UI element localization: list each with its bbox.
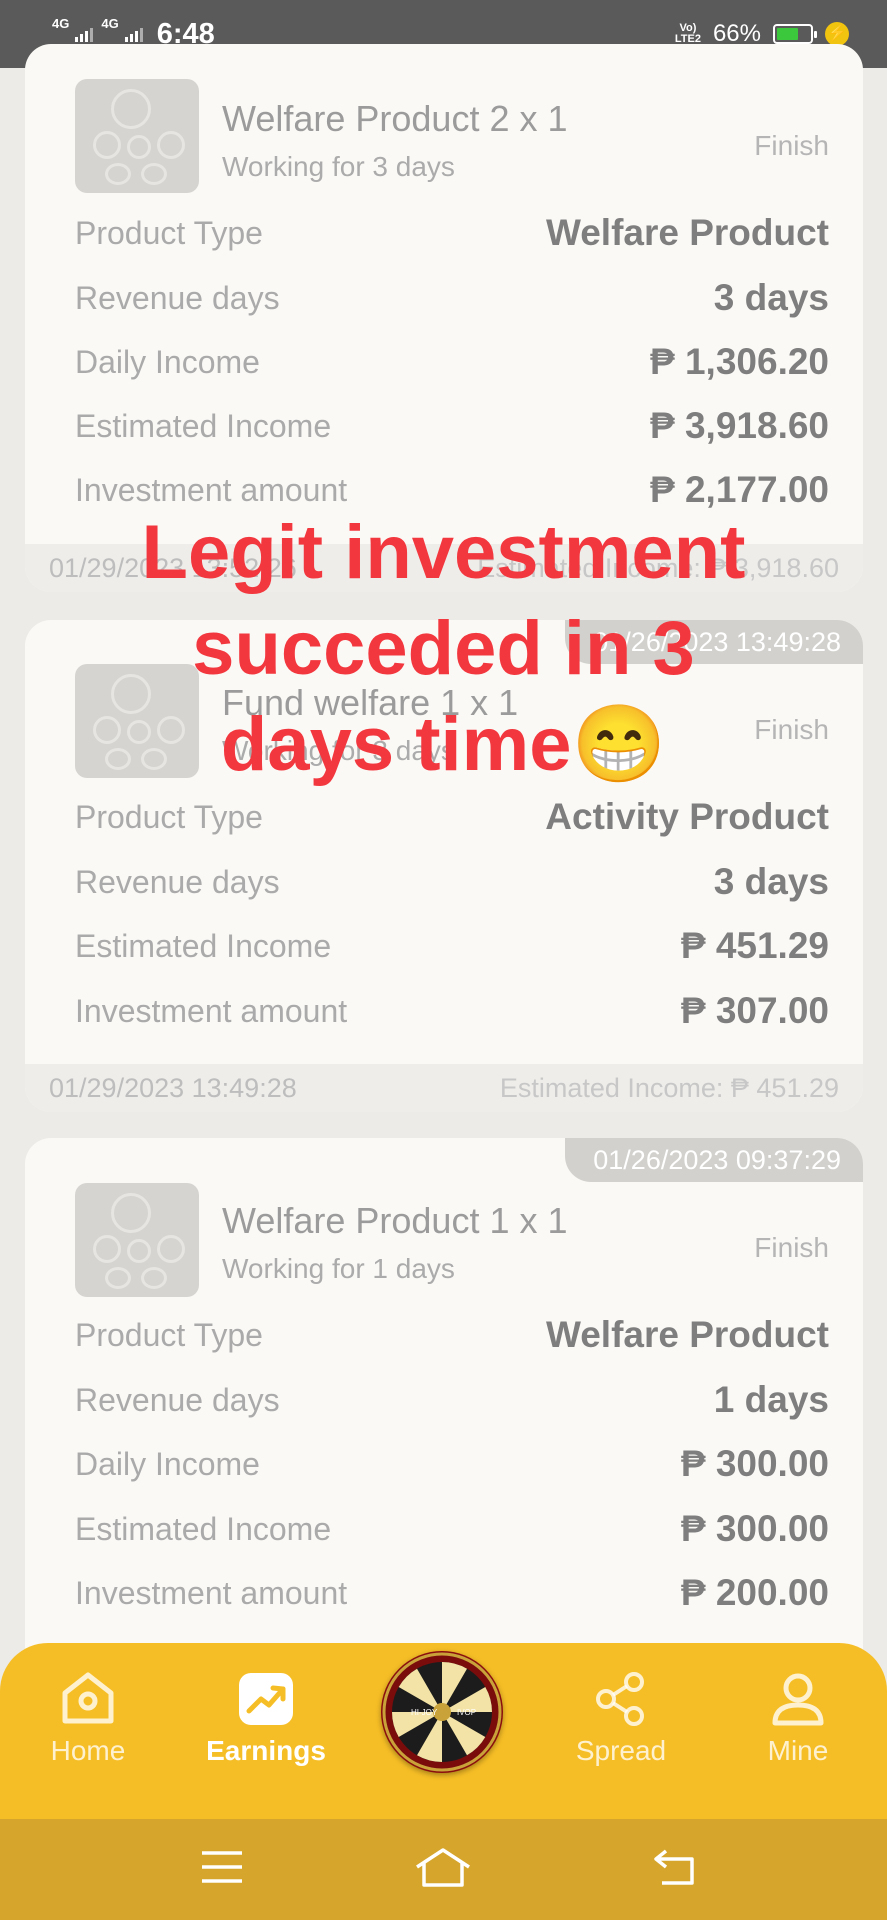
wheel-label: HI-JOY xyxy=(411,1708,438,1717)
sim2-network-type: 4G xyxy=(101,16,119,31)
investment-card[interactable]: 01/26/2023 09:37:29 Welfare Product 1 x … xyxy=(25,1138,863,1698)
row-value: ₱ 451.29 xyxy=(680,925,829,966)
battery-icon xyxy=(773,24,817,44)
trending-up-icon xyxy=(239,1673,293,1725)
row-value: ₱ 200.00 xyxy=(680,1572,829,1613)
user-icon xyxy=(772,1673,824,1726)
row-label: Investment amount xyxy=(75,993,348,1029)
detail-row: Investment amount ₱ 307.00 xyxy=(75,986,829,1036)
detail-row: Daily Income ₱ 300.00 xyxy=(75,1439,829,1489)
battery-fill xyxy=(777,28,799,40)
row-value: Welfare Product xyxy=(545,1314,829,1355)
product-working-days: Working for 3 days xyxy=(222,151,455,182)
detail-row: Product Type Welfare Product xyxy=(75,208,829,258)
detail-row: Revenue days 3 days xyxy=(75,273,829,323)
row-value: ₱ 1,306.20 xyxy=(650,341,829,382)
maturity-date: 01/29/2023 13:49:28 xyxy=(49,1073,297,1103)
detail-row: Revenue days 1 days xyxy=(75,1375,829,1425)
row-label: Estimated Income xyxy=(75,408,332,444)
purchase-date-badge: 01/26/2023 13:49:28 xyxy=(565,620,863,664)
signal-bars-icon xyxy=(75,26,94,42)
estimated-income-summary: Estimated Income: ₱ 3,918.60 xyxy=(477,553,839,583)
tab-label: Mine xyxy=(767,1735,829,1766)
product-name: Welfare Product 2 x 1 xyxy=(222,98,568,139)
row-value: ₱ 2,177.00 xyxy=(650,469,829,510)
card-footer: 01/29/2023 13:52:26 Estimated Income: ₱ … xyxy=(25,544,863,592)
maturity-date: 01/29/2023 13:52:26 xyxy=(49,553,297,583)
product-name: Welfare Product 1 x 1 xyxy=(222,1200,568,1241)
status-label: Finish xyxy=(754,130,829,161)
tab-label: Spread xyxy=(575,1735,667,1766)
charging-bolt-icon: ⚡ xyxy=(825,22,849,46)
menu-button[interactable] xyxy=(200,1847,244,1892)
row-label: Daily Income xyxy=(75,1446,260,1482)
product-thumbnail xyxy=(75,664,199,778)
detail-row: Estimated Income ₱ 3,918.60 xyxy=(75,401,829,451)
home-icon xyxy=(416,1848,470,1887)
detail-row: Revenue days 3 days xyxy=(75,857,829,907)
tab-mine[interactable]: Mine xyxy=(728,1671,868,1767)
system-nav-bar xyxy=(0,1819,887,1920)
tab-spread[interactable]: Spread xyxy=(551,1671,691,1767)
product-thumbnail xyxy=(75,1183,199,1297)
row-label: Revenue days xyxy=(75,280,280,316)
wheel-label: IVOP xyxy=(457,1708,476,1717)
detail-row: Estimated Income ₱ 300.00 xyxy=(75,1504,829,1554)
sim1-network-type: 4G xyxy=(52,16,70,31)
detail-row: Product Type Welfare Product xyxy=(75,1310,829,1360)
purchase-date-badge: 01/26/2023 09:37:29 xyxy=(565,1138,863,1182)
investment-card[interactable]: 01/26/2023 13:49:28 Fund welfare 1 x 1 W… xyxy=(25,620,863,1112)
row-value: ₱ 3,918.60 xyxy=(650,405,829,446)
detail-row: Investment amount ₱ 200.00 xyxy=(75,1568,829,1618)
back-icon xyxy=(654,1849,694,1885)
back-button[interactable] xyxy=(652,1847,698,1892)
detail-row: Daily Income ₱ 1,306.20 xyxy=(75,337,829,387)
row-label: Daily Income xyxy=(75,344,260,380)
product-working-days: Working for 1 days xyxy=(222,1253,455,1284)
row-label: Revenue days xyxy=(75,864,280,900)
row-value: 3 days xyxy=(713,277,829,318)
status-label: Finish xyxy=(754,714,829,745)
menu-icon xyxy=(202,1851,242,1883)
card-footer: 01/29/2023 13:49:28 Estimated Income: ₱ … xyxy=(25,1064,863,1112)
row-label: Estimated Income xyxy=(75,1511,332,1547)
estimated-income-summary: Estimated Income: ₱ 451.29 xyxy=(499,1073,839,1103)
volte-icon: Vo) LTE2 xyxy=(675,23,701,45)
product-thumbnail xyxy=(75,79,199,193)
row-label: Product Type xyxy=(75,1317,263,1353)
signal-bars-icon xyxy=(124,26,143,42)
row-label: Product Type xyxy=(75,215,263,251)
detail-row: Investment amount ₱ 2,177.00 xyxy=(75,465,829,515)
tab-earnings[interactable]: Earnings xyxy=(196,1671,336,1767)
row-value: Activity Product xyxy=(545,796,829,837)
row-value: 1 days xyxy=(713,1379,829,1420)
row-value: Welfare Product xyxy=(545,212,829,253)
investment-card[interactable]: Welfare Product 2 x 1 Working for 3 days… xyxy=(25,44,863,592)
detail-row: Product Type Activity Product xyxy=(75,792,829,842)
row-label: Revenue days xyxy=(75,1382,280,1418)
sim1-signal: 4G xyxy=(52,17,94,42)
product-working-days: Working for 3 days xyxy=(222,735,455,766)
row-value: 3 days xyxy=(713,861,829,902)
row-label: Product Type xyxy=(75,799,263,835)
spin-wheel-icon: HI-JOY IVOP xyxy=(382,1652,502,1772)
row-value: ₱ 307.00 xyxy=(680,990,829,1031)
status-label: Finish xyxy=(754,1232,829,1263)
system-home-button[interactable] xyxy=(414,1847,472,1894)
row-label: Estimated Income xyxy=(75,928,332,964)
home-icon xyxy=(62,1672,114,1724)
detail-row: Estimated Income ₱ 451.29 xyxy=(75,921,829,971)
tab-label: Earnings xyxy=(206,1735,326,1766)
tab-home[interactable]: Home xyxy=(18,1671,158,1767)
spin-wheel-button[interactable]: HI-JOY IVOP xyxy=(381,1651,503,1773)
share-icon xyxy=(596,1672,644,1726)
sim2-signal: 4G xyxy=(101,17,143,42)
row-value: ₱ 300.00 xyxy=(680,1508,829,1549)
row-value: ₱ 300.00 xyxy=(680,1443,829,1484)
tab-label: Home xyxy=(50,1735,126,1766)
row-label: Investment amount xyxy=(75,1575,348,1611)
product-name: Fund welfare 1 x 1 xyxy=(222,682,519,723)
row-label: Investment amount xyxy=(75,472,348,508)
